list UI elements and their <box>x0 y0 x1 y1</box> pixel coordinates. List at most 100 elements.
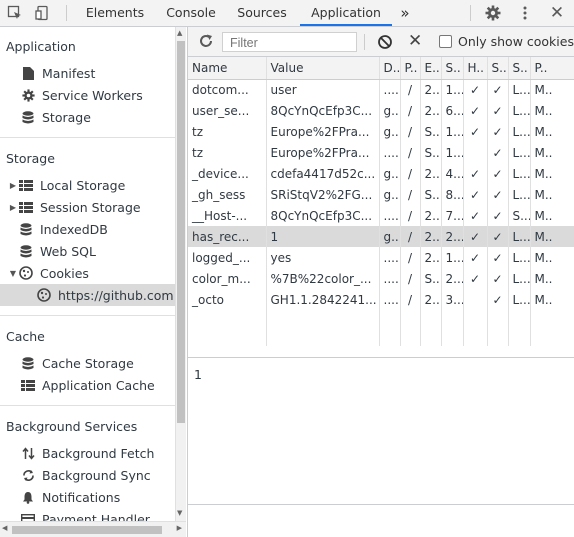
table-row[interactable]: dotcom...user..../2...1...✓✓L...M.. <box>188 79 574 100</box>
table-cell: g... <box>379 226 401 247</box>
table-row[interactable]: has_rec...1g.../2...2...✓✓L...M.. <box>188 226 574 247</box>
table-row[interactable]: _gh_sessSRiStqV2%2FG...g.../S...8...✓✓L.… <box>188 184 574 205</box>
sidebar-item-application-cache[interactable]: Application Cache <box>0 374 175 396</box>
tab-sources[interactable]: Sources <box>228 0 296 26</box>
table-row[interactable]: logged_...yes..../2...1...✓✓L...M.. <box>188 247 574 268</box>
scrollbar-thumb[interactable] <box>177 41 185 423</box>
device-toggle-icon[interactable] <box>32 0 54 26</box>
sidebar-item-background-fetch[interactable]: Background Fetch <box>0 442 175 464</box>
table-row[interactable]: __Host-...8QcYnQcEfp3C......./2...7...✓✓… <box>188 205 574 226</box>
column-header-size[interactable]: S.. <box>441 57 464 80</box>
column-header-secure[interactable]: S.. <box>487 57 509 80</box>
table-cell: / <box>400 226 421 247</box>
table-cell: ✓ <box>487 268 509 289</box>
column-header-samesite[interactable]: S.. <box>508 57 531 80</box>
scroll-right-arrow-icon[interactable]: ▶ <box>177 524 182 532</box>
table-cell: _device... <box>188 163 267 184</box>
column-header-priority[interactable]: P.. <box>530 57 574 80</box>
table-cell: GH1.1.2842241... <box>266 289 380 310</box>
table-cell: M.. <box>530 142 574 163</box>
table-row[interactable]: _device...cdefa4417d52c...g.../2...4...✓… <box>188 163 574 184</box>
table-cell <box>463 328 488 346</box>
separator <box>66 5 67 21</box>
sidebar-item-indexeddb[interactable]: IndexedDB <box>0 218 175 240</box>
sidebar-item-cookies[interactable]: ▼ Cookies <box>0 262 175 284</box>
sidebar-item-payment-handler[interactable]: Payment Handler <box>0 508 175 521</box>
sidebar-item-local-storage[interactable]: ▶ Local Storage <box>0 174 175 196</box>
sidebar-item-service-workers[interactable]: Service Workers <box>0 84 175 106</box>
sidebar: Application Manifest Service Workers Sto… <box>0 27 175 521</box>
tab-application[interactable]: Application <box>300 0 392 26</box>
refresh-icon[interactable] <box>198 33 214 49</box>
column-header-path[interactable]: P.. <box>400 57 421 80</box>
table-cell: 1... <box>441 142 464 163</box>
tab-console[interactable]: Console <box>156 0 226 26</box>
table-cell: / <box>400 142 421 163</box>
more-tabs-button[interactable]: » <box>394 0 416 26</box>
table-cell: / <box>400 79 421 100</box>
sync-icon <box>20 468 36 482</box>
column-header-expires[interactable]: E.. <box>420 57 442 80</box>
sidebar-item-web-sql[interactable]: Web SQL <box>0 240 175 262</box>
scrollbar-thumb[interactable] <box>12 526 162 534</box>
table-cell <box>463 310 488 328</box>
clear-all-icon[interactable] <box>377 34 393 50</box>
table-cell: ✓ <box>463 79 488 100</box>
sidebar-item-cache-storage[interactable]: Cache Storage <box>0 352 175 374</box>
column-header-value[interactable]: Value <box>266 57 380 80</box>
settings-gear-icon[interactable] <box>482 0 504 26</box>
table-row[interactable]: user_se...8QcYnQcEfp3C...g.../2...6...✓✓… <box>188 100 574 121</box>
table-cell <box>188 310 267 328</box>
table-row[interactable]: tzEurope%2FPra...g.../S...1...✓✓L...M.. <box>188 121 574 142</box>
scroll-up-arrow-icon[interactable]: ▲ <box>177 29 182 37</box>
column-header-httponly[interactable]: H.. <box>463 57 488 80</box>
cookie-icon <box>18 266 34 280</box>
close-icon[interactable]: ✕ <box>546 0 568 26</box>
table-cell: ✓ <box>487 163 509 184</box>
table-cell: L... <box>508 163 531 184</box>
sidebar-item-notifications[interactable]: Notifications <box>0 486 175 508</box>
table-cell: yes <box>266 247 380 268</box>
tab-elements[interactable]: Elements <box>76 0 154 26</box>
cookies-panel: ✕ Only show cookies w Name Value D.. P..… <box>187 27 574 537</box>
only-show-issues-checkbox[interactable] <box>439 35 452 48</box>
more-menu-icon[interactable] <box>516 0 534 26</box>
separator <box>470 5 471 21</box>
table-cell: S... <box>420 268 442 289</box>
table-cell: ✓ <box>487 100 509 121</box>
grid-icon <box>18 200 34 214</box>
table-row[interactable]: tzEurope%2FPra......./S...1... ✓L...M.. <box>188 142 574 163</box>
filter-input[interactable] <box>222 32 357 52</box>
table-cell <box>463 142 488 163</box>
sidebar-item-storage[interactable]: Storage <box>0 106 175 128</box>
table-cell: M.. <box>530 100 574 121</box>
expand-arrow-icon[interactable]: ▶ <box>8 181 18 190</box>
table-cell: tz <box>188 121 267 142</box>
sidebar-item-background-sync[interactable]: Background Sync <box>0 464 175 486</box>
sidebar-horizontal-scrollbar[interactable]: ◀ ▶ <box>0 521 186 537</box>
table-row[interactable]: _octoGH1.1.2842241......./2...3... ✓L...M… <box>188 289 574 310</box>
sidebar-vertical-scrollbar[interactable]: ▲ ▼ <box>175 27 186 521</box>
table-cell: S... <box>420 184 442 205</box>
scroll-left-arrow-icon[interactable]: ◀ <box>2 524 7 532</box>
divider <box>0 315 175 316</box>
scroll-down-arrow-icon[interactable]: ▼ <box>177 509 182 517</box>
bell-icon <box>20 490 36 504</box>
table-header-row: Name Value D.. P.. E.. S.. H.. S.. S.. P… <box>188 57 574 80</box>
inspect-icon[interactable] <box>4 0 26 26</box>
column-header-name[interactable]: Name <box>188 57 267 80</box>
expand-arrow-icon[interactable]: ▶ <box>8 203 18 212</box>
table-cell: / <box>400 289 421 310</box>
table-cell <box>420 328 442 346</box>
sidebar-item-github-cookies[interactable]: https://github.com <box>0 284 175 306</box>
sidebar-item-session-storage[interactable]: ▶ Session Storage <box>0 196 175 218</box>
table-row[interactable]: color_m...%7B%22color_......./S...2...✓✓… <box>188 268 574 289</box>
separator <box>364 34 365 50</box>
column-header-domain[interactable]: D.. <box>379 57 401 80</box>
sidebar-item-manifest[interactable]: Manifest <box>0 62 175 84</box>
table-cell: user_se... <box>188 100 267 121</box>
table-cell: 2... <box>420 289 442 310</box>
delete-selected-icon[interactable]: ✕ <box>408 31 422 51</box>
table-cell: 2... <box>420 247 442 268</box>
collapse-arrow-icon[interactable]: ▼ <box>8 269 18 278</box>
